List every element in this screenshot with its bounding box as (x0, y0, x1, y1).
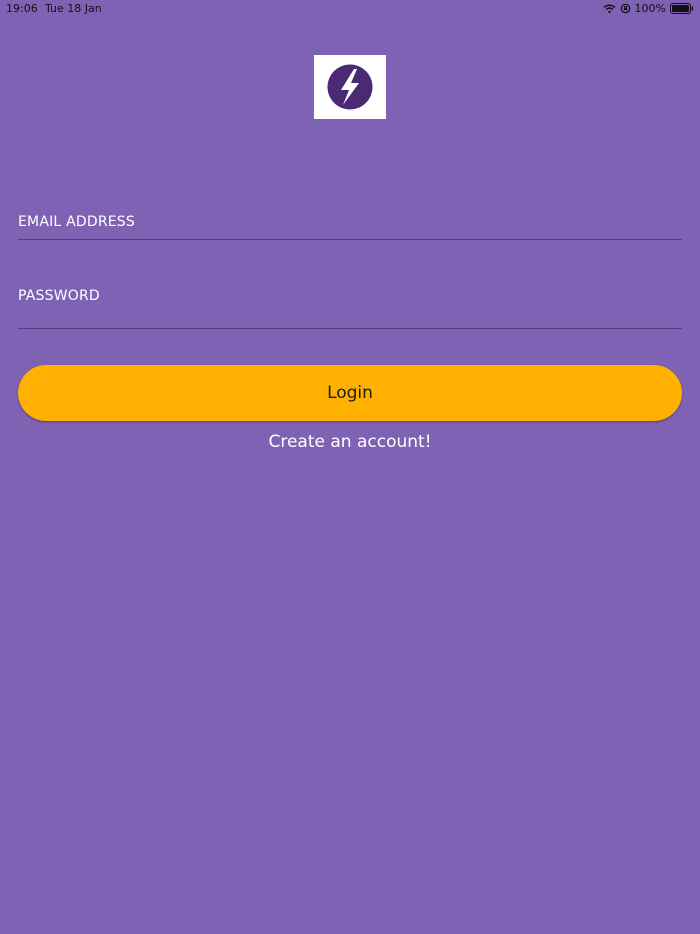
battery-icon (670, 3, 694, 14)
wifi-icon (603, 4, 616, 14)
email-input[interactable] (18, 204, 682, 239)
battery-percent: 100% (634, 2, 666, 15)
app-logo (314, 55, 386, 119)
lightning-bolt-icon (327, 64, 373, 110)
status-date: Tue 18 Jan (45, 2, 102, 15)
login-button[interactable]: Login (18, 365, 682, 421)
create-account-link[interactable]: Create an account! (0, 432, 700, 452)
status-time: 19:06 (6, 2, 38, 15)
password-field[interactable] (18, 282, 682, 329)
orientation-lock-icon (620, 3, 631, 14)
email-field[interactable] (18, 204, 682, 240)
status-bar: 19:06 Tue 18 Jan 100% (0, 0, 700, 20)
password-input[interactable] (18, 282, 682, 328)
status-right: 100% (603, 2, 694, 15)
